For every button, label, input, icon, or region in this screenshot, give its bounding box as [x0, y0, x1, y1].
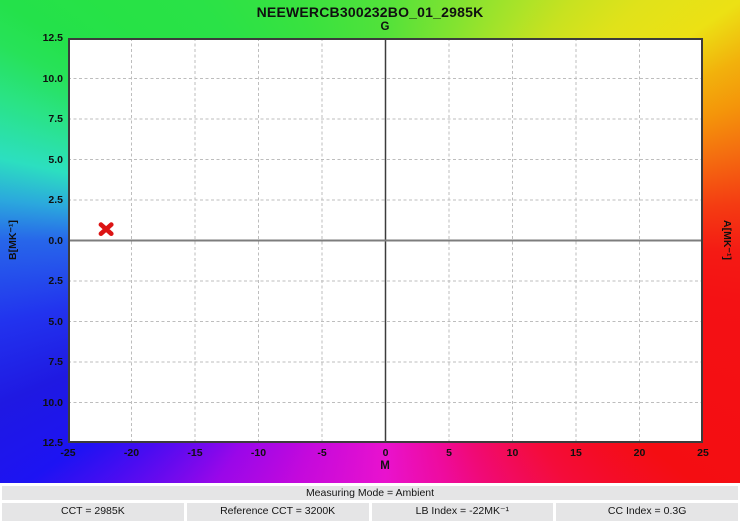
x-tick-label: 15	[554, 447, 598, 459]
x-tick-label: -20	[110, 447, 154, 459]
measurement-marker	[101, 225, 111, 234]
lb-cc-plot-area	[68, 38, 703, 443]
y-tick-label: 0.0	[0, 236, 63, 246]
x-tick-label: 20	[618, 447, 662, 459]
x-tick-label: -25	[46, 447, 90, 459]
axis-label-amber: A[MK⁻¹]	[721, 220, 733, 260]
y-tick-label: 10.0	[0, 74, 63, 84]
x-tick-label: 10	[491, 447, 535, 459]
y-tick-label: 2.5	[0, 276, 63, 286]
y-tick-label: 7.5	[0, 114, 63, 124]
x-tick-label: 5	[427, 447, 471, 459]
stat-box-3: CC Index = 0.3G	[556, 503, 738, 521]
x-tick-label: -10	[237, 447, 281, 459]
x-tick-label: -15	[173, 447, 217, 459]
x-tick-label: 25	[681, 447, 725, 459]
axis-label-green: G	[365, 21, 405, 33]
stats-row: CCT = 2985KReference CCT = 3200KLB Index…	[2, 503, 738, 521]
x-tick-label: -5	[300, 447, 344, 459]
stat-box-1: Reference CCT = 3200K	[187, 503, 369, 521]
colorimeter-report-screen: NEEWERCB300232BO_01_2985K G M B[MK⁻¹] A[…	[0, 0, 740, 521]
y-tick-label: 10.0	[0, 398, 63, 408]
measurement-footer: Measuring Mode = Ambient CCT = 2985KRefe…	[0, 483, 740, 521]
y-tick-label: 12.5	[0, 33, 63, 43]
page-title: NEEWERCB300232BO_01_2985K	[0, 4, 740, 20]
stat-box-2: LB Index = -22MK⁻¹	[372, 503, 554, 521]
x-tick-label: 0	[364, 447, 408, 459]
y-tick-label: 5.0	[0, 317, 63, 327]
chart-grid-svg	[68, 38, 703, 443]
y-tick-label: 5.0	[0, 155, 63, 165]
y-tick-label: 2.5	[0, 195, 63, 205]
axis-label-magenta: M	[365, 460, 405, 472]
stat-box-0: CCT = 2985K	[2, 503, 184, 521]
measuring-mode-bar: Measuring Mode = Ambient	[2, 486, 738, 500]
y-tick-label: 7.5	[0, 357, 63, 367]
